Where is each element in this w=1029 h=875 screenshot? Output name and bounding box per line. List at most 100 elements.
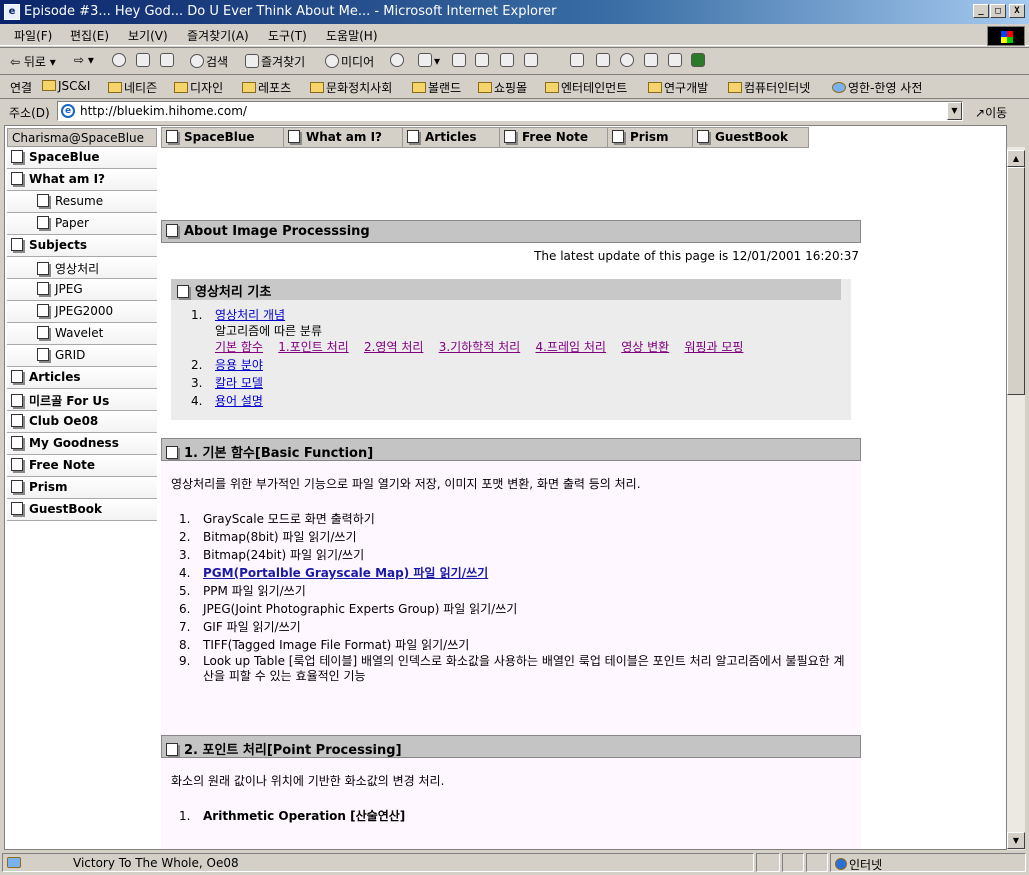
- favorites-icon: [245, 54, 259, 68]
- messenger-icon[interactable]: [524, 53, 540, 68]
- menu-help[interactable]: 도움말(H): [326, 27, 378, 44]
- link-geometric-processing[interactable]: 3.기하학적 처리: [439, 340, 521, 354]
- nav-club-oe08[interactable]: Club Oe08: [7, 411, 157, 433]
- link-point-processing[interactable]: 1.포인트 처리: [278, 340, 348, 354]
- media-button[interactable]: 미디어: [325, 53, 374, 70]
- windows-logo-icon: [987, 26, 1025, 46]
- nav-resume[interactable]: Resume: [7, 191, 157, 213]
- mail-icon[interactable]: ▾: [418, 53, 440, 68]
- menu-view[interactable]: 보기(V): [128, 27, 168, 44]
- translate-icon[interactable]: [596, 53, 612, 68]
- link-computer[interactable]: 컴퓨터인터넷: [728, 79, 810, 96]
- gear-icon[interactable]: [620, 53, 636, 68]
- topnav-prism[interactable]: Prism: [607, 127, 693, 148]
- nav-subjects[interactable]: Subjects: [7, 235, 157, 257]
- topnav-spaceblue[interactable]: SpaceBlue: [161, 127, 285, 148]
- nav-prism[interactable]: Prism: [7, 477, 157, 499]
- nav-spaceblue[interactable]: SpaceBlue: [7, 147, 157, 169]
- menu-file[interactable]: 파일(F): [14, 27, 52, 44]
- link-area-processing[interactable]: 2.영역 처리: [364, 340, 423, 354]
- scroll-up-icon[interactable]: ▲: [1007, 150, 1025, 167]
- scroll-down-icon[interactable]: ▼: [1007, 832, 1025, 849]
- link-dictionary[interactable]: 영한-한영 사전: [832, 79, 922, 96]
- link-design[interactable]: 디자인: [174, 79, 223, 96]
- link-entertainment[interactable]: 엔터테인먼트: [545, 79, 627, 96]
- nav-free-note[interactable]: Free Note: [7, 455, 157, 477]
- ie-app-icon[interactable]: e: [4, 4, 20, 20]
- close-button[interactable]: X: [1009, 4, 1025, 18]
- edit-icon[interactable]: [475, 53, 491, 68]
- print-icon[interactable]: [452, 53, 468, 68]
- book-icon: [166, 446, 178, 459]
- nav-jpeg[interactable]: JPEG: [7, 279, 157, 301]
- discuss-icon[interactable]: [500, 53, 516, 68]
- lite-icon[interactable]: [691, 53, 707, 68]
- book-icon: [166, 130, 178, 143]
- link-concept[interactable]: 영상처리 개념: [215, 308, 285, 322]
- link-culture[interactable]: 문화정치사회: [310, 79, 392, 96]
- stop-icon[interactable]: [112, 53, 128, 68]
- nav-jpeg2000[interactable]: JPEG2000: [7, 301, 157, 323]
- link-jsci[interactable]: JSC&I: [42, 79, 90, 93]
- binoculars-icon[interactable]: [570, 53, 586, 68]
- topnav-guestbook[interactable]: GuestBook: [692, 127, 809, 148]
- link-pgm[interactable]: PGM(Portalble Grayscale Map) 파일 읽기/쓰기: [203, 566, 488, 580]
- section1-intro: 영상처리를 위한 부가적인 기능으로 파일 열기와 저장, 이미지 포맷 변환,…: [171, 477, 641, 491]
- book-icon: [11, 172, 23, 185]
- link-glossary[interactable]: 용어 설명: [215, 394, 263, 408]
- link-netizen[interactable]: 네티즌: [108, 79, 157, 96]
- nav-wavelet[interactable]: Wavelet: [7, 323, 157, 345]
- nav-paper[interactable]: Paper: [7, 213, 157, 235]
- favorites-button[interactable]: 즐겨찾기: [245, 53, 305, 70]
- home-icon[interactable]: [160, 53, 176, 68]
- nav-image-processing[interactable]: 영상처리: [7, 257, 157, 279]
- window-title: Episode #3... Hey God... Do U Ever Think…: [24, 4, 557, 19]
- history-icon[interactable]: [390, 53, 406, 68]
- menu-edit[interactable]: 편집(E): [70, 27, 109, 44]
- book-icon: [37, 216, 49, 229]
- link-image-transform[interactable]: 영상 변환: [621, 340, 669, 354]
- forward-button[interactable]: ⇨ ▾: [74, 53, 94, 67]
- menu-favorites[interactable]: 즐겨찾기(A): [187, 27, 249, 44]
- list-item: 1. GrayScale 모드로 화면 출력하기: [179, 512, 375, 526]
- dictionary-icon[interactable]: [668, 53, 684, 68]
- media-icon: [325, 54, 339, 68]
- go-button[interactable]: ↗이동: [975, 104, 1007, 121]
- zone-panel: 인터넷: [830, 853, 1026, 872]
- nav-grid[interactable]: GRID: [7, 345, 157, 367]
- nav-what-am-i[interactable]: What am I?: [7, 169, 157, 191]
- address-dropdown-icon[interactable]: ▼: [947, 102, 962, 120]
- link-basic-function[interactable]: 기본 함수: [215, 340, 263, 354]
- link-borland[interactable]: 볼랜드: [412, 79, 461, 96]
- menu-tools[interactable]: 도구(T): [268, 27, 307, 44]
- nav-mirugol[interactable]: 미르골 For Us: [7, 389, 157, 411]
- link-frame-processing[interactable]: 4.프레임 처리: [535, 340, 605, 354]
- book-icon: [11, 414, 23, 427]
- link-warping-morphing[interactable]: 워핑과 모핑: [684, 340, 743, 354]
- topnav-articles[interactable]: Articles: [402, 127, 500, 148]
- book-icon: [407, 130, 419, 143]
- main-content: About Image Processsing The latest updat…: [161, 220, 861, 849]
- link-sports[interactable]: 레포츠: [242, 79, 291, 96]
- back-button[interactable]: ⇦ 뒤로 ▾: [10, 53, 56, 70]
- nav-guestbook[interactable]: GuestBook: [7, 499, 157, 521]
- link-research[interactable]: 연구개발: [648, 79, 708, 96]
- refresh-icon[interactable]: [136, 53, 152, 68]
- address-bar: 주소(D) e http://bluekim.hihome.com/ ▼ ↗이동: [0, 99, 1029, 125]
- scroll-thumb[interactable]: [1007, 167, 1025, 395]
- link-applications[interactable]: 응용 분야: [215, 358, 263, 372]
- link-shopping[interactable]: 쇼핑몰: [478, 79, 527, 96]
- maximize-button[interactable]: □: [990, 4, 1006, 18]
- nav-articles[interactable]: Articles: [7, 367, 157, 389]
- topnav-what-am-i[interactable]: What am I?: [283, 127, 403, 148]
- search-button[interactable]: 검색: [190, 53, 228, 70]
- vertical-scrollbar[interactable]: ▲ ▼: [1007, 147, 1025, 850]
- link-color-model[interactable]: 칼라 모델: [215, 376, 263, 390]
- address-input[interactable]: e http://bluekim.hihome.com/: [57, 101, 963, 121]
- nav-my-goodness[interactable]: My Goodness: [7, 433, 157, 455]
- topnav-free-note[interactable]: Free Note: [499, 127, 608, 148]
- printer-icon[interactable]: [644, 53, 660, 68]
- folder-icon: [728, 82, 742, 93]
- minimize-button[interactable]: _: [973, 4, 989, 18]
- book-icon: [37, 194, 49, 207]
